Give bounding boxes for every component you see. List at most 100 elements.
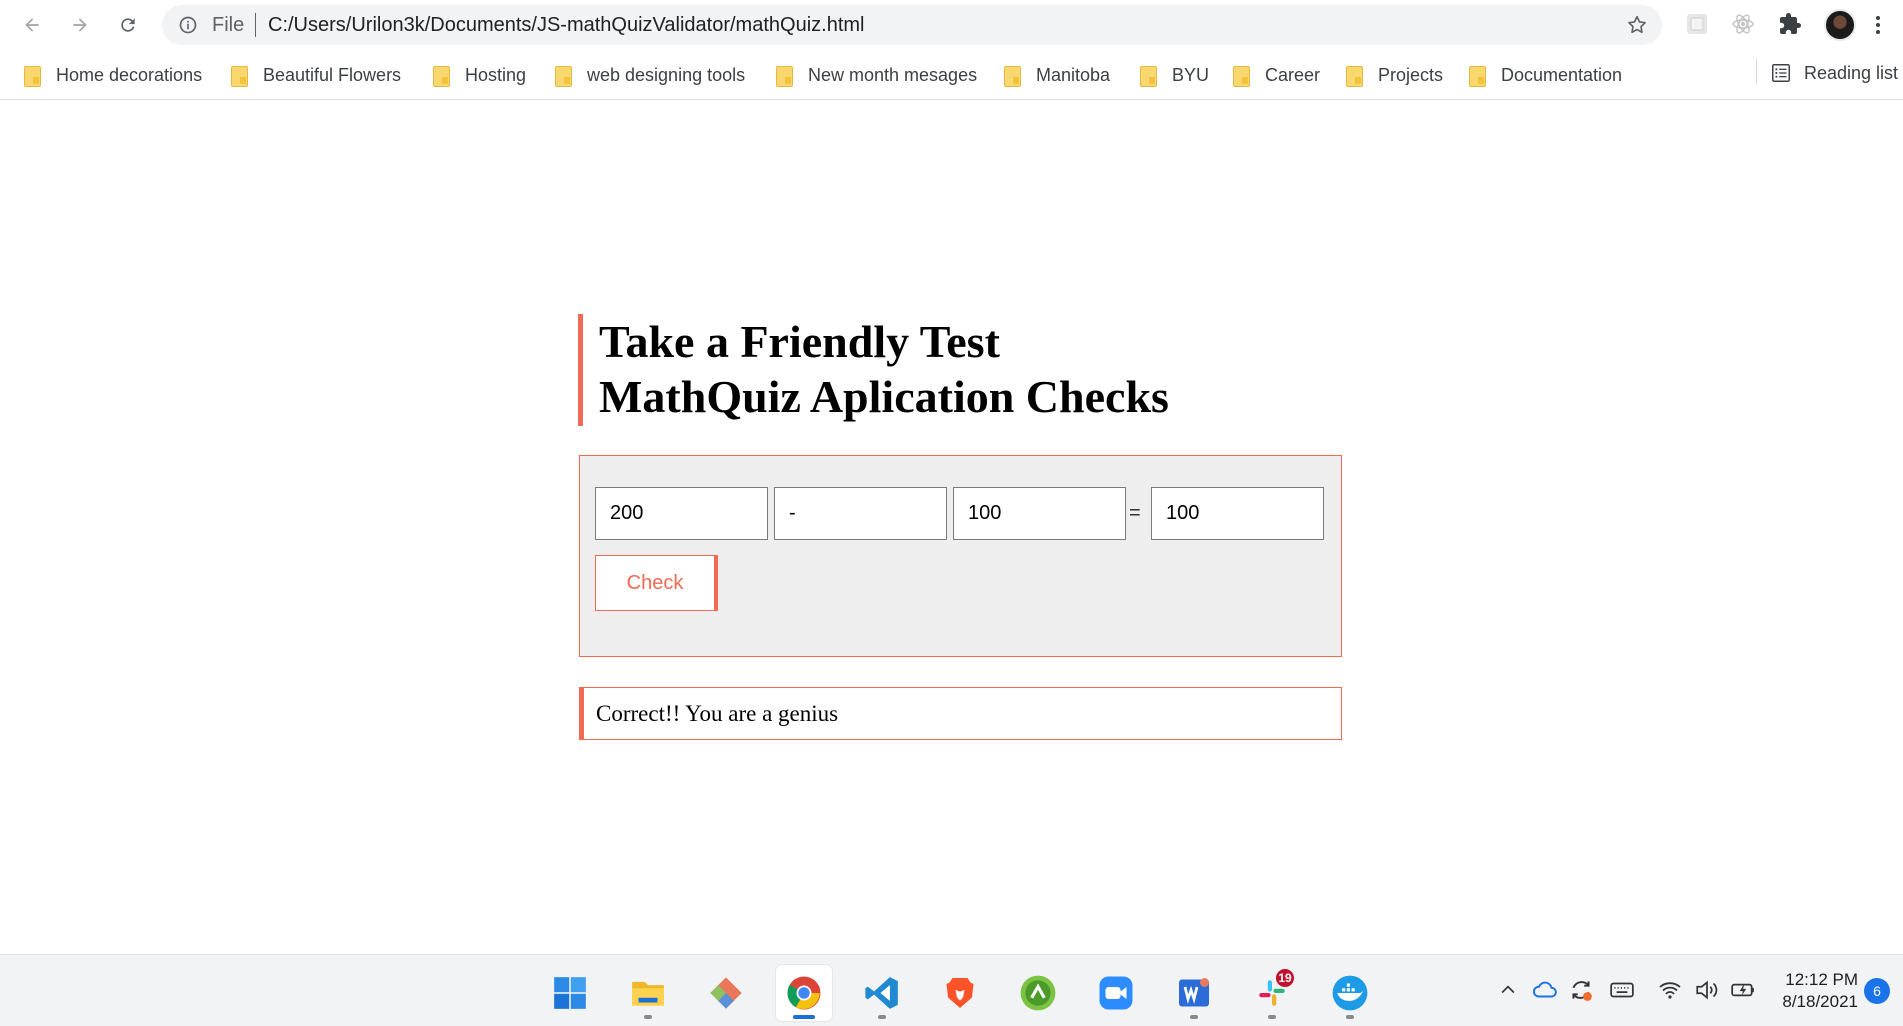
cloud-icon [1532, 981, 1557, 998]
keyboard-icon [1610, 982, 1634, 998]
puzzle-icon [1780, 13, 1801, 34]
back-button[interactable] [16, 9, 48, 41]
show-hidden-icons-button[interactable] [1493, 975, 1523, 1005]
taskbar-file-explorer[interactable] [620, 965, 676, 1021]
browser-menu-button[interactable] [1866, 9, 1890, 41]
bookmark-new-month-mesages[interactable]: New month mesages [774, 62, 977, 88]
volume-icon [1696, 980, 1718, 1000]
folder-icon [229, 65, 249, 87]
clock-date: 8/18/2021 [1782, 992, 1858, 1011]
bookmark-web-designing-tools[interactable]: web designing tools [553, 62, 745, 88]
kebab-menu-icon [1876, 16, 1880, 34]
bookmark-label: New month mesages [808, 65, 978, 85]
folder-icon [1344, 65, 1364, 87]
bookmark-hosting[interactable]: Hosting [431, 62, 526, 88]
bookmark-label: Career [1265, 65, 1321, 85]
taskbar-clock[interactable]: 12:12 PM 8/18/2021 [1766, 969, 1858, 1013]
operator-input[interactable] [774, 487, 947, 540]
answer-input[interactable] [1151, 487, 1324, 540]
battery-tray-button[interactable] [1728, 975, 1758, 1005]
taskbar-vscode[interactable] [854, 965, 910, 1021]
bookmark-projects[interactable]: Projects [1344, 62, 1443, 88]
url-text[interactable]: C:/Users/Urilon3k/Documents/JS-mathQuizV… [268, 15, 864, 35]
folder-icon [1002, 65, 1022, 87]
star-icon[interactable] [1626, 14, 1648, 36]
taskbar-slack[interactable]: 19 [1244, 965, 1300, 1021]
folder-icon [774, 65, 794, 87]
bookmark-label: web designing tools [587, 65, 746, 85]
equals-sign: = [1129, 502, 1141, 524]
tradingview-icon [1020, 975, 1056, 1011]
reading-list-button[interactable]: Reading list [1770, 62, 1898, 84]
bookmark-home-decorations[interactable]: Home decorations [22, 62, 202, 88]
taskbar-docker[interactable] [1322, 965, 1378, 1021]
extension-icon [1687, 14, 1707, 34]
brave-icon [946, 978, 974, 1008]
bookmark-manitoba[interactable]: Manitoba [1002, 62, 1110, 88]
reload-button[interactable] [112, 9, 144, 41]
profile-avatar[interactable] [1824, 9, 1856, 41]
reading-list-label: Reading list [1804, 63, 1899, 83]
wifi-tray-button[interactable] [1655, 975, 1685, 1005]
slack-badge: 19 [1274, 967, 1296, 989]
taskbar-chrome[interactable] [776, 965, 832, 1021]
address-bar[interactable]: File C:/Users/Urilon3k/Documents/JS-math… [162, 5, 1662, 45]
extensions-menu-button[interactable] [1777, 11, 1803, 37]
running-indicator [1190, 1015, 1198, 1019]
forward-button[interactable] [64, 9, 96, 41]
quiz-form: = Check [579, 455, 1342, 657]
docker-icon [1332, 975, 1368, 1011]
operand1-input[interactable] [595, 487, 768, 540]
wifi-icon [1659, 982, 1681, 999]
chevron-up-icon [1501, 985, 1515, 994]
bookmark-label: Documentation [1501, 65, 1623, 85]
taskbar-git[interactable] [698, 965, 754, 1021]
running-indicator [878, 1015, 886, 1019]
volume-tray-button[interactable] [1692, 975, 1722, 1005]
operand2-input[interactable] [953, 487, 1126, 540]
extension-button[interactable] [1684, 11, 1710, 37]
reload-icon [121, 18, 135, 32]
folder-icon [1138, 65, 1158, 87]
sync-icon [1572, 981, 1592, 1001]
bookmark-career[interactable]: Career [1231, 62, 1320, 88]
result-message: Correct!! You are a genius [579, 687, 1342, 740]
back-arrow-icon [25, 18, 39, 32]
folder-icon [1231, 65, 1251, 87]
running-indicator [644, 1015, 652, 1019]
running-indicator [1268, 1015, 1276, 1019]
taskbar-word[interactable] [1166, 965, 1222, 1021]
info-icon[interactable] [178, 15, 198, 35]
notification-count-badge[interactable]: 6 [1864, 978, 1890, 1004]
page-heading: Take a Friendly Test MathQuiz Aplication… [578, 314, 1228, 426]
windows-taskbar: 19 12:12 PM 8/18/2021 6 [0, 954, 1903, 1026]
reading-list-icon [1772, 64, 1790, 82]
folder-icon [553, 65, 573, 87]
folder-icon [1467, 65, 1487, 87]
bookmarks-divider [1756, 58, 1757, 84]
taskbar-tradingview[interactable] [1010, 965, 1066, 1021]
zoom-icon [1099, 976, 1133, 1010]
git-icon [710, 977, 742, 1009]
keyboard-tray-button[interactable] [1607, 975, 1637, 1005]
taskbar-zoom[interactable] [1088, 965, 1144, 1021]
folder-icon [22, 65, 42, 87]
browser-toolbar: File C:/Users/Urilon3k/Documents/JS-math… [0, 0, 1903, 50]
battery-charging-icon [1731, 983, 1754, 997]
sync-tray-button[interactable] [1566, 975, 1596, 1005]
page-title-line1: Take a Friendly Test [599, 316, 1000, 367]
bookmark-beautiful-flowers[interactable]: Beautiful Flowers [229, 62, 401, 88]
running-indicator [793, 1015, 815, 1019]
check-button[interactable]: Check [595, 555, 718, 611]
bookmark-byu[interactable]: BYU [1138, 62, 1209, 88]
react-devtools-button[interactable] [1730, 11, 1756, 37]
word-icon [1179, 978, 1209, 1007]
running-indicator [1346, 1015, 1354, 1019]
bookmark-label: Beautiful Flowers [263, 65, 402, 85]
start-button[interactable] [542, 965, 598, 1021]
bookmark-label: Home decorations [56, 65, 203, 85]
onedrive-tray-button[interactable] [1530, 975, 1560, 1005]
taskbar-brave[interactable] [932, 965, 988, 1021]
chrome-icon [787, 976, 821, 1010]
bookmark-documentation[interactable]: Documentation [1467, 62, 1622, 88]
